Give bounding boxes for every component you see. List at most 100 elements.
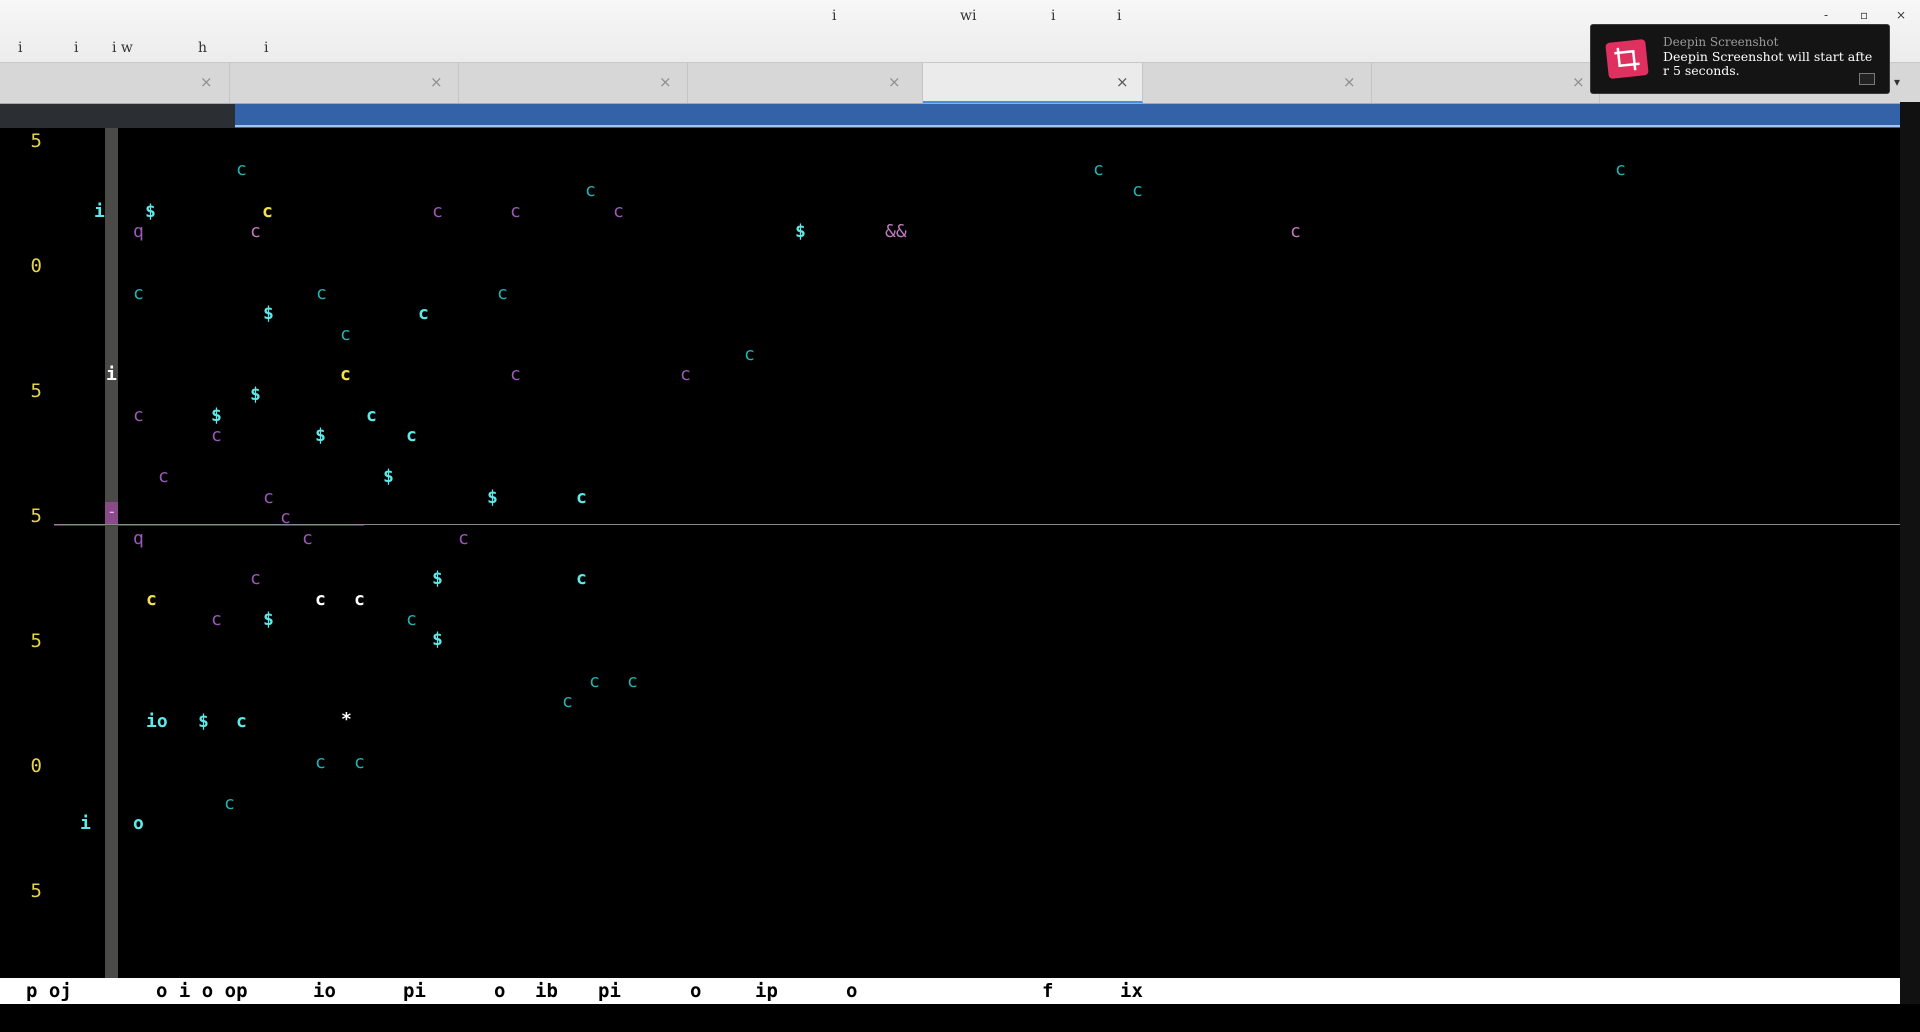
terminal-glyph: c: [354, 589, 365, 610]
terminal-glyph: c: [224, 793, 235, 814]
terminal-glyph: $: [250, 384, 261, 405]
tab-close-icon[interactable]: ×: [200, 73, 213, 91]
line-number: 5: [30, 505, 42, 527]
tab-close-icon[interactable]: ×: [1116, 73, 1129, 91]
terminal-glyph: c: [1093, 159, 1104, 180]
close-button[interactable]: ×: [1896, 8, 1906, 22]
tab-close-icon[interactable]: ×: [1572, 73, 1585, 91]
terminal-glyph: c: [211, 425, 222, 446]
terminal-glyph: c: [1290, 221, 1301, 242]
terminal-glyph: c: [146, 589, 157, 610]
terminal-glyph: $: [487, 487, 498, 508]
terminal-glyph: c: [585, 180, 596, 201]
status-item: p oj: [26, 980, 72, 1002]
terminal-glyph: c: [458, 528, 469, 549]
terminal-glyph: c: [589, 671, 600, 692]
terminal-glyph: q: [133, 528, 144, 549]
status-item: io: [313, 980, 336, 1002]
bottom-strip: [0, 1004, 1920, 1032]
title-fragment: i: [1051, 8, 1056, 24]
command-line-underline: [235, 125, 1900, 127]
minimize-button[interactable]: -: [1824, 8, 1828, 22]
status-item: ib: [535, 980, 558, 1002]
notification-toast[interactable]: Deepin Screenshot Deepin Screenshot will…: [1590, 24, 1890, 94]
tab[interactable]: ×: [459, 63, 688, 103]
terminal-glyph: c: [133, 283, 144, 304]
menu-item[interactable]: i w: [112, 40, 133, 56]
notification-body: Deepin Screenshot will start afte r 5 se…: [1663, 49, 1873, 78]
tab-close-icon[interactable]: ×: [1343, 73, 1356, 91]
terminal-editor[interactable]: - 5 0 5 5 5 0 5 c c c c c i $ c c c c q c $ && c c c c $ c c c…: [0, 128, 1900, 978]
terminal-glyph: $: [145, 201, 156, 222]
terminal-glyph: o: [133, 813, 144, 834]
command-line-bar[interactable]: [0, 104, 1900, 128]
notification-title: Deepin Screenshot: [1663, 35, 1779, 49]
tab-active[interactable]: ×: [923, 63, 1143, 103]
terminal-glyph: c: [236, 159, 247, 180]
menu-item[interactable]: i: [74, 40, 78, 56]
line-number: 5: [30, 130, 42, 152]
terminal-glyph: $: [211, 405, 222, 426]
screenshot-crop-icon: [1605, 39, 1649, 79]
maximize-button[interactable]: ▫: [1860, 8, 1868, 22]
title-fragment: i: [1117, 8, 1122, 24]
status-item: o: [494, 980, 506, 1002]
tab[interactable]: ×: [0, 63, 230, 103]
menu-item[interactable]: i: [264, 40, 268, 56]
terminal-glyph: c: [418, 303, 429, 324]
terminal-glyph: $: [432, 629, 443, 650]
tab[interactable]: ×: [1143, 63, 1372, 103]
status-item: pi: [403, 980, 426, 1002]
text-cursor: -: [105, 502, 118, 524]
notification-action-icon[interactable]: [1859, 73, 1875, 85]
terminal-glyph: io: [146, 711, 168, 732]
terminal-glyph: c: [211, 609, 222, 630]
status-item: pi: [598, 980, 621, 1002]
terminal-glyph: c: [406, 425, 417, 446]
terminal-glyph: c: [280, 507, 291, 528]
terminal-glyph: i: [94, 201, 105, 222]
terminal-glyph: $: [432, 568, 443, 589]
terminal-glyph: q: [133, 221, 144, 242]
terminal-glyph: c: [250, 221, 261, 242]
terminal-glyph: *: [341, 709, 352, 730]
terminal-glyph: c: [366, 405, 377, 426]
status-bar: p oj o i o op io pi o ib pi o ip o f ix: [0, 978, 1900, 1004]
tab-close-icon[interactable]: ×: [888, 73, 901, 91]
line-number: 5: [30, 630, 42, 652]
terminal-glyph: $: [315, 425, 326, 446]
terminal-glyph: i: [106, 364, 117, 385]
terminal-glyph: c: [576, 568, 587, 589]
terminal-glyph: c: [1132, 180, 1143, 201]
terminal-glyph: c: [316, 283, 327, 304]
tab[interactable]: ×: [1372, 63, 1600, 103]
terminal-glyph: $: [263, 303, 274, 324]
status-item: ip: [755, 980, 778, 1002]
menu-item[interactable]: h: [198, 40, 207, 56]
terminal-glyph: c: [510, 364, 521, 385]
status-item: ix: [1120, 980, 1143, 1002]
terminal-glyph: c: [158, 466, 169, 487]
terminal-glyph: c: [1615, 159, 1626, 180]
tab[interactable]: ×: [688, 63, 923, 103]
terminal-glyph: c: [315, 589, 326, 610]
tab-close-icon[interactable]: ×: [659, 73, 672, 91]
title-fragment: i: [832, 8, 837, 24]
terminal-glyph: c: [315, 752, 326, 773]
terminal-glyph: c: [744, 344, 755, 365]
terminal-glyph: c: [576, 487, 587, 508]
terminal-glyph: c: [354, 752, 365, 773]
scrollbar[interactable]: [1900, 102, 1920, 1004]
terminal-glyph: c: [340, 324, 351, 345]
tab-close-icon[interactable]: ×: [430, 73, 443, 91]
terminal-glyph: $: [198, 711, 209, 732]
terminal-glyph: c: [133, 405, 144, 426]
terminal-glyph: c: [262, 201, 273, 222]
terminal-glyph: $: [263, 609, 274, 630]
cursor-char: -: [107, 502, 117, 521]
terminal-glyph: i: [80, 813, 91, 834]
line-number: 0: [30, 755, 42, 777]
tab[interactable]: ×: [230, 63, 459, 103]
command-line-prefix: [0, 104, 235, 128]
menu-item[interactable]: i: [18, 40, 22, 56]
